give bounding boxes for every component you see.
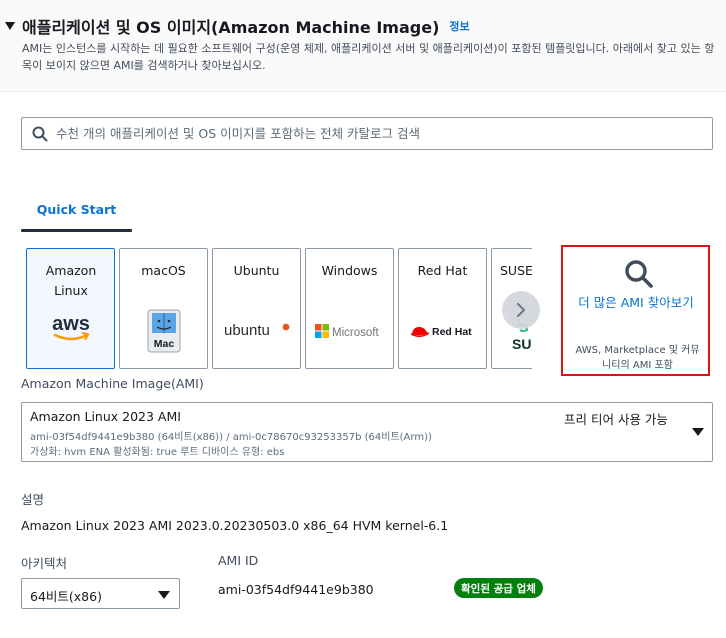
search-input[interactable]	[56, 126, 696, 141]
ami-field-label: Amazon Machine Image(AMI)	[21, 376, 204, 391]
mac-logo: Mac	[120, 309, 207, 353]
verified-provider-badge: 확인된 공급 업체	[454, 578, 543, 598]
chevron-right-icon	[517, 303, 525, 317]
search-icon	[32, 126, 48, 141]
os-tile-ubuntu[interactable]: Ubuntu ubuntu	[212, 248, 301, 369]
aws-logo-text: aws	[52, 313, 90, 335]
architecture-value: 64비트(x86)	[30, 589, 102, 604]
dropdown-caret-icon	[158, 591, 170, 599]
section-header: 애플리케이션 및 OS 이미지(Amazon Machine Image) 정보	[0, 14, 470, 38]
microsoft-logo: Microsoft	[306, 323, 393, 339]
suse-logo-text: SU	[512, 336, 531, 352]
free-tier-label: 프리 티어 사용 가능	[564, 412, 668, 427]
ami-ids-line: ami-03f54df9441e9b380 (64비트(x86)) / ami-…	[30, 432, 432, 443]
ami-id-label: AMI ID	[218, 553, 259, 568]
os-tile-label: Amazon Linux	[45, 263, 97, 298]
architecture-select[interactable]: 64비트(x86)	[21, 578, 180, 609]
browse-more-sublabel: AWS, Marketplace 및 커뮤니티의 AMI 포함	[575, 345, 700, 371]
description-label: 설명	[21, 492, 45, 507]
os-tile-label: Red Hat	[417, 263, 468, 278]
info-link[interactable]: 정보	[449, 18, 469, 34]
os-tile-row: Amazon Linux aws macOS Mac Ubuntu ubuntu…	[26, 248, 532, 370]
os-tile-label: Ubuntu	[233, 263, 280, 278]
caret-down-icon[interactable]	[0, 16, 20, 36]
ami-select[interactable]: Amazon Linux 2023 AMI ami-03f54df9441e9b…	[21, 402, 713, 462]
os-tile-macos[interactable]: macOS Mac	[119, 248, 208, 369]
ubuntu-logo-text: ubuntu	[224, 322, 270, 339]
architecture-label: 아키텍처	[21, 556, 68, 571]
red-hat-logo-text: Red Hat	[432, 326, 472, 338]
tab-quick-start[interactable]: Quick Start	[21, 186, 132, 232]
browse-more-amis[interactable]: 더 많은 AMI 찾아보기 AWS, Marketplace 및 커뮤니티의 A…	[561, 245, 710, 376]
search-icon	[625, 260, 653, 288]
os-tile-amazon-linux[interactable]: Amazon Linux aws	[26, 248, 115, 369]
os-tile-windows[interactable]: Windows Microsoft	[305, 248, 394, 369]
section-description: AMI는 인스턴스를 시작하는 데 필요한 소프트웨어 구성(운영 체제, 애플…	[22, 42, 715, 72]
os-tile-red-hat[interactable]: Red Hat Red Hat	[398, 248, 487, 369]
ubuntu-logo: ubuntu	[213, 319, 300, 341]
dropdown-caret-icon	[692, 428, 704, 436]
os-tile-label: SUSE	[500, 263, 532, 278]
active-tab-indicator	[21, 229, 132, 232]
browse-more-label[interactable]: 더 많은 AMI 찾아보기	[571, 292, 701, 313]
description-value: Amazon Linux 2023 AMI 2023.0.20230503.0 …	[21, 518, 449, 533]
catalog-search[interactable]	[21, 117, 713, 150]
mac-logo-text: Mac	[153, 338, 174, 350]
os-tile-label: Windows	[321, 263, 378, 278]
section-title: 애플리케이션 및 OS 이미지(Amazon Machine Image)	[22, 18, 440, 37]
ami-selected-name: Amazon Linux 2023 AMI	[30, 409, 181, 424]
os-tile-label: macOS	[141, 263, 186, 278]
microsoft-logo-text: Microsoft	[332, 327, 379, 339]
red-hat-logo: Red Hat	[399, 321, 486, 341]
tab-bar: Quick Start	[21, 186, 721, 232]
ami-props-line: 가상화: hvm ENA 활성화됨: true 루트 디바이스 유형: ebs	[30, 447, 285, 458]
scroll-right-button[interactable]	[502, 291, 540, 329]
ami-id-value: ami-03f54df9441e9b380	[218, 582, 374, 597]
aws-logo: aws	[27, 313, 114, 345]
